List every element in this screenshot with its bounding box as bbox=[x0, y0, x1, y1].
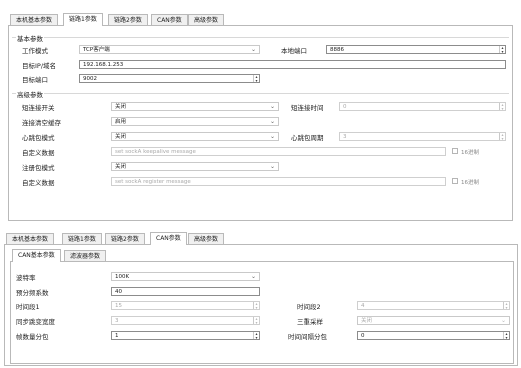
chevron-down-icon: ⌄ bbox=[269, 163, 275, 170]
local-port-value: 8886 bbox=[330, 47, 344, 53]
custom-register-label: 自定义数据 bbox=[22, 179, 55, 187]
heartbeat-period-spinbox[interactable]: 3 ▴ ▾ bbox=[339, 132, 506, 141]
heartbeat-period-label: 心跳包周期 bbox=[291, 134, 324, 142]
spin-arrows-icon[interactable]: ▴ ▾ bbox=[253, 317, 259, 324]
seg2-spinbox[interactable]: 4 ▴ ▾ bbox=[357, 301, 510, 310]
sjw-label: 同步跳变宽度 bbox=[16, 318, 55, 326]
heartbeat-mode-value: 关闭 bbox=[115, 134, 127, 140]
time-pack-value: 0 bbox=[361, 333, 365, 339]
short-conn-time-value: 0 bbox=[343, 104, 347, 110]
sjw-value: 3 bbox=[115, 318, 119, 324]
prescaler-label: 预分频系数 bbox=[16, 289, 49, 297]
tab-can[interactable]: CAN参数 bbox=[150, 232, 187, 245]
chevron-down-icon: ⌄ bbox=[500, 317, 506, 324]
clear-cache-value: 启用 bbox=[115, 119, 127, 125]
heartbeat-mode-label: 心跳包模式 bbox=[22, 134, 55, 142]
target-ip-label: 目标IP/域名 bbox=[22, 62, 57, 70]
seg2-value: 4 bbox=[361, 303, 365, 309]
register-hex-checkbox[interactable] bbox=[452, 178, 458, 184]
triple-sample-select[interactable]: 关闭 ⌄ bbox=[357, 316, 510, 325]
custom-heartbeat-label: 自定义数据 bbox=[22, 149, 55, 157]
seg1-spinbox[interactable]: 15 ▴ ▾ bbox=[111, 301, 260, 310]
baud-label: 波特率 bbox=[16, 274, 36, 282]
custom-heartbeat-input[interactable]: set sockA keepalive message bbox=[111, 147, 446, 156]
baud-select[interactable]: 100K ⌄ bbox=[111, 272, 260, 281]
basic-group-line bbox=[12, 37, 509, 38]
work-mode-value: TCP客户端 bbox=[83, 47, 110, 53]
register-mode-label: 注册包模式 bbox=[22, 164, 55, 172]
register-mode-value: 关闭 bbox=[115, 164, 127, 170]
tab-link1[interactable]: 链路1参数 bbox=[63, 13, 103, 26]
work-mode-select[interactable]: TCP客户端 ⌄ bbox=[79, 45, 260, 54]
heartbeat-period-value: 3 bbox=[343, 134, 347, 140]
target-port-value: 9002 bbox=[83, 76, 97, 82]
local-port-spinbox[interactable]: 8886 ▴ ▾ bbox=[326, 45, 506, 54]
can-basic-subpanel bbox=[10, 261, 514, 364]
short-conn-value: 关闭 bbox=[115, 104, 127, 110]
seg2-label: 时间段2 bbox=[297, 303, 321, 311]
heartbeat-hex-label: 16进制 bbox=[461, 150, 479, 156]
heartbeat-mode-select[interactable]: 关闭 ⌄ bbox=[111, 132, 279, 141]
time-pack-label: 时间间隔分包 bbox=[288, 333, 327, 341]
spin-arrows-icon[interactable]: ▴ ▾ bbox=[253, 75, 259, 82]
spin-arrows-icon[interactable]: ▴ ▾ bbox=[503, 302, 509, 309]
chevron-down-icon: ⌄ bbox=[250, 46, 256, 53]
heartbeat-hex-checkbox[interactable] bbox=[452, 148, 458, 154]
work-mode-label: 工作模式 bbox=[22, 47, 48, 55]
register-mode-select[interactable]: 关闭 ⌄ bbox=[111, 162, 279, 171]
short-conn-time-label: 短连接时间 bbox=[291, 104, 324, 112]
local-port-label: 本地端口 bbox=[281, 47, 307, 55]
chevron-down-icon: ⌄ bbox=[269, 103, 275, 110]
triple-sample-value: 关闭 bbox=[361, 318, 373, 324]
frame-pack-spinbox[interactable]: 1 ▴ ▾ bbox=[111, 331, 260, 340]
target-port-label: 目标端口 bbox=[22, 76, 48, 84]
short-conn-select[interactable]: 关闭 ⌄ bbox=[111, 102, 279, 111]
chevron-down-icon: ⌄ bbox=[269, 133, 275, 140]
basic-group-title: 基本参数 bbox=[16, 33, 44, 43]
short-conn-label: 短连接开关 bbox=[22, 104, 55, 112]
frame-pack-value: 1 bbox=[115, 333, 119, 339]
prescaler-input[interactable]: 40 bbox=[111, 287, 260, 296]
target-port-spinbox[interactable]: 9002 ▴ ▾ bbox=[79, 74, 260, 83]
spin-arrows-icon[interactable]: ▴ ▾ bbox=[499, 133, 505, 140]
seg1-label: 时间段1 bbox=[16, 303, 40, 311]
frame-pack-label: 帧数量分包 bbox=[16, 333, 49, 341]
triple-sample-label: 三重采样 bbox=[297, 318, 323, 326]
short-conn-time-spinbox[interactable]: 0 ▴ ▾ bbox=[339, 102, 506, 111]
spin-arrows-icon[interactable]: ▴ ▾ bbox=[499, 103, 505, 110]
seg1-value: 15 bbox=[115, 303, 122, 309]
time-pack-spinbox[interactable]: 0 ▴ ▾ bbox=[357, 331, 510, 340]
target-ip-input[interactable]: 192.168.1.253 bbox=[79, 60, 506, 69]
spin-arrows-icon[interactable]: ▴ ▾ bbox=[499, 46, 505, 53]
subtab-can-basic[interactable]: CAN基本参数 bbox=[12, 249, 61, 262]
spin-arrows-icon[interactable]: ▴ ▾ bbox=[253, 302, 259, 309]
register-hex-label: 16进制 bbox=[461, 180, 479, 186]
baud-value: 100K bbox=[115, 274, 130, 280]
chevron-down-icon: ⌄ bbox=[269, 118, 275, 125]
chevron-down-icon: ⌄ bbox=[250, 273, 256, 280]
clear-cache-select[interactable]: 启用 ⌄ bbox=[111, 117, 279, 126]
advanced-group-title: 高级参数 bbox=[16, 89, 44, 99]
sjw-spinbox[interactable]: 3 ▴ ▾ bbox=[111, 316, 260, 325]
spin-arrows-icon[interactable]: ▴ ▾ bbox=[503, 332, 509, 339]
spin-arrows-icon[interactable]: ▴ ▾ bbox=[253, 332, 259, 339]
clear-cache-label: 连接清空缓存 bbox=[22, 119, 61, 127]
advanced-group-line bbox=[12, 93, 509, 94]
custom-register-input[interactable]: set sockA register message bbox=[111, 177, 446, 186]
